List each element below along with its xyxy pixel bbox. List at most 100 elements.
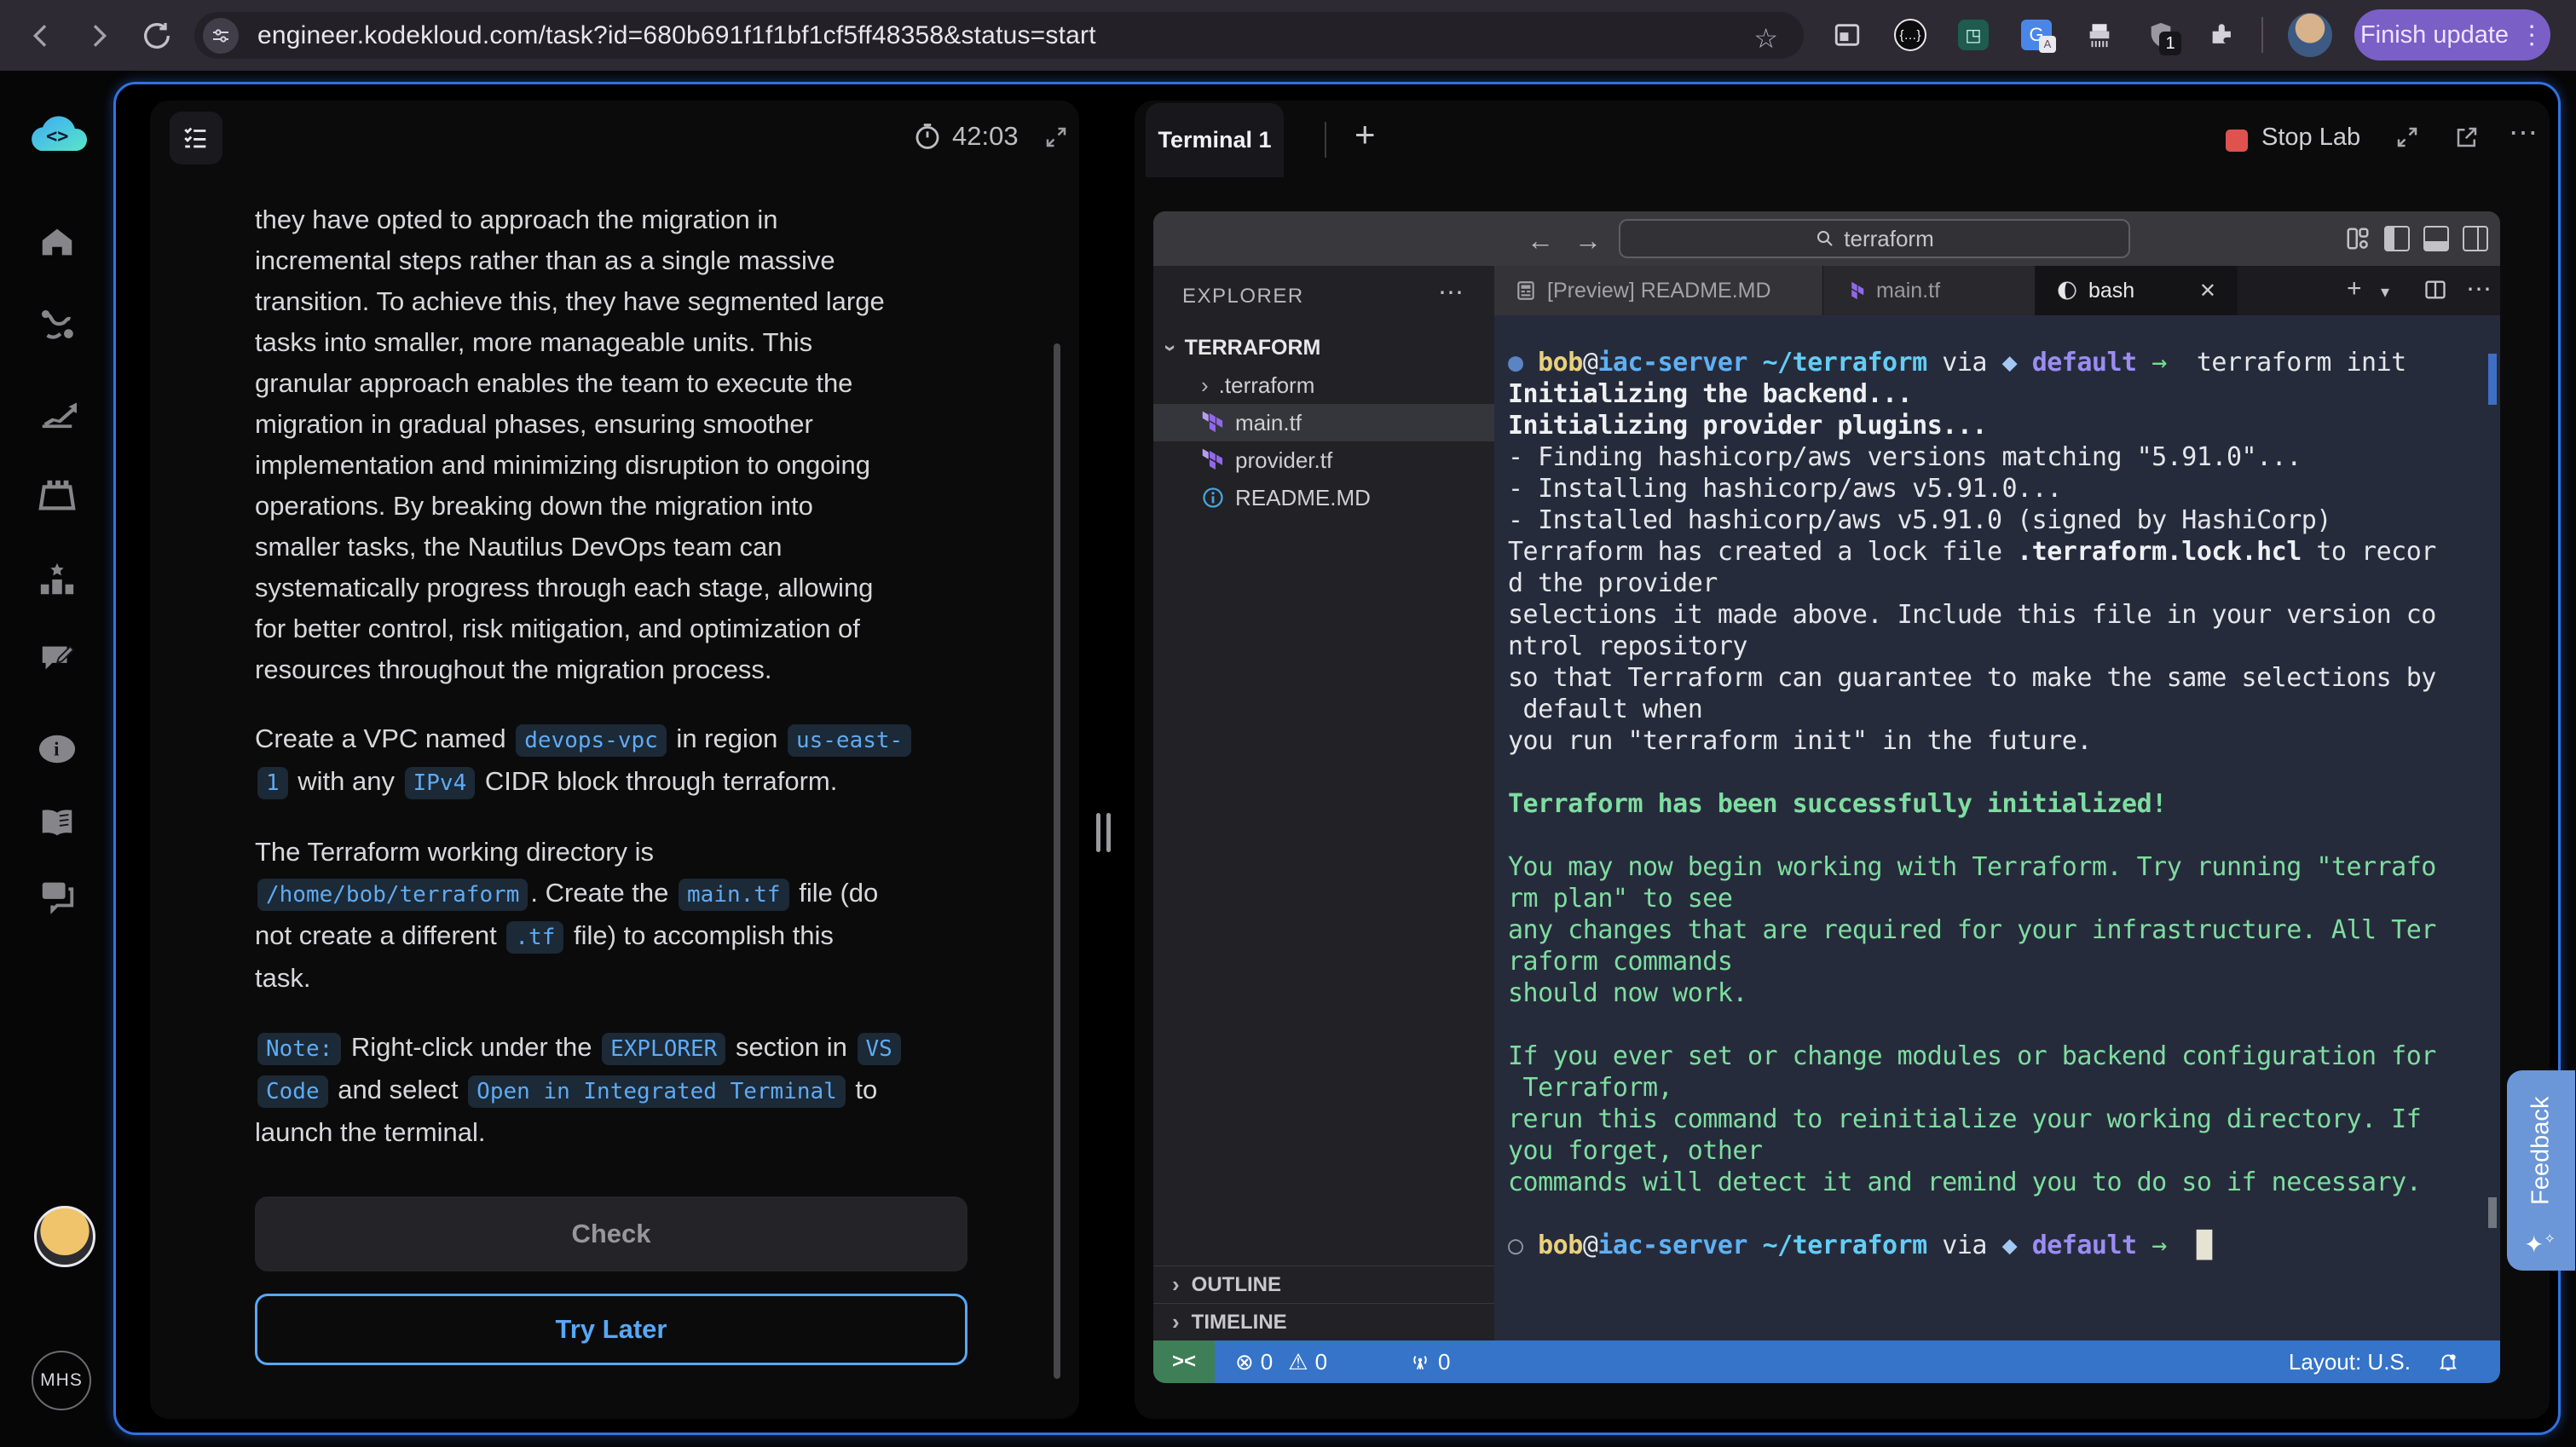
chevron-down-icon: ›: [1158, 344, 1184, 352]
kodekloud-logo[interactable]: <>: [24, 113, 92, 161]
close-tab-icon[interactable]: ✕: [2199, 279, 2216, 303]
editor-scrollbar-thumb[interactable]: [2488, 1197, 2497, 1228]
customize-layout-icon[interactable]: [2345, 226, 2371, 251]
initials-badge[interactable]: MHS: [32, 1351, 91, 1410]
file-name: README.MD: [1235, 485, 1371, 511]
notifications-bell[interactable]: [2437, 1340, 2459, 1383]
vscode-window: ← → terraform EXPLORER: [1153, 211, 2500, 1383]
home-icon[interactable]: [38, 222, 77, 262]
docs-book-icon[interactable]: [38, 804, 77, 844]
info-icon[interactable]: i: [38, 729, 77, 769]
feedback-note-icon[interactable]: [38, 640, 77, 679]
section-label: TIMELINE: [1192, 1311, 1287, 1335]
editor-more-icon[interactable]: ⋯: [2466, 274, 2492, 304]
browser-profile-avatar[interactable]: [2288, 13, 2332, 57]
check-button[interactable]: Check: [255, 1196, 967, 1271]
file-row-main-tf[interactable]: main.tf: [1153, 404, 1494, 441]
chevron-down-icon[interactable]: ▾: [2381, 281, 2389, 303]
file-row-readme[interactable]: README.MD: [1153, 479, 1494, 516]
chevron-right-icon: ›: [1172, 1271, 1180, 1298]
remote-indicator[interactable]: ><: [1153, 1340, 1215, 1383]
info-file-icon: [1201, 486, 1225, 510]
browser-back-icon[interactable]: [24, 19, 58, 53]
vscode-command-search[interactable]: terraform: [1619, 219, 2130, 258]
chat-icon[interactable]: [38, 876, 77, 915]
file-name: main.tf: [1235, 410, 1302, 436]
warning-icon: ⚠: [1288, 1349, 1308, 1375]
sparkles-icon: ✦✧: [2524, 1231, 2556, 1259]
panel-resize-handle[interactable]: [1096, 813, 1118, 852]
terminal-tab-1[interactable]: Terminal 1: [1146, 103, 1284, 177]
browser-reload-icon[interactable]: [140, 19, 174, 53]
layout-label: Layout: U.S.: [2289, 1349, 2411, 1375]
stopwatch-icon: [913, 122, 942, 151]
toolbar-divider: [2261, 17, 2263, 53]
task-expand-icon[interactable]: [1043, 124, 1069, 150]
bookmark-star-icon[interactable]: ☆: [1753, 22, 1778, 55]
url-text: engineer.kodekloud.com/task?id=680b691f1…: [257, 21, 1096, 50]
site-settings-icon[interactable]: [203, 18, 239, 54]
calendar-icon[interactable]: [38, 476, 77, 515]
tab-label: main.tf: [1876, 279, 1940, 303]
new-tab-plus-icon[interactable]: +: [2347, 274, 2362, 303]
file-name: .terraform: [1219, 372, 1315, 399]
vscode-statusbar: >< ⊗ 0 ⚠ 0 0 Layout: U.S.: [1153, 1340, 2500, 1383]
user-avatar[interactable]: [34, 1206, 95, 1267]
leaderboard-icon[interactable]: [38, 560, 77, 599]
vscode-forward-icon[interactable]: →: [1574, 225, 1602, 257]
translate-extension-icon[interactable]: G A: [2017, 15, 2056, 55]
file-row-terraform-dir[interactable]: › .terraform: [1153, 366, 1494, 404]
svg-text:i: i: [54, 739, 60, 760]
print-extension-icon[interactable]: [2080, 15, 2119, 55]
task-list-tab[interactable]: [170, 112, 222, 164]
tab-bash[interactable]: bash ✕: [2036, 266, 2238, 315]
task-panel: 42:03 they have opted to approach the mi…: [150, 101, 1079, 1419]
task-scrollbar[interactable]: [1054, 343, 1060, 1379]
layout-indicator[interactable]: Layout: U.S.: [2289, 1340, 2411, 1383]
side-panel-icon[interactable]: [1828, 15, 1867, 55]
terminal-view[interactable]: ● bob@iac-server ~/terraform via ◆ defau…: [1494, 315, 2500, 1340]
split-editor-icon[interactable]: [2423, 278, 2447, 302]
stop-lab-icon[interactable]: [2226, 130, 2248, 152]
finish-update-button[interactable]: Finish update ⋮: [2354, 9, 2550, 61]
browser-forward-icon[interactable]: [82, 19, 116, 53]
kebab-menu-icon[interactable]: ⋮: [2519, 20, 2544, 50]
panel-more-icon[interactable]: ⋯: [2509, 116, 2538, 150]
learning-path-icon[interactable]: [38, 306, 77, 345]
vscode-back-icon[interactable]: ←: [1527, 225, 1554, 257]
toggle-panel-icon[interactable]: [2423, 226, 2449, 251]
new-terminal-tab-button[interactable]: +: [1354, 114, 1376, 155]
errors-warnings[interactable]: ⊗ 0 ⚠ 0: [1235, 1340, 1327, 1383]
extensions-puzzle-icon[interactable]: [2203, 15, 2242, 55]
braces-extension-icon[interactable]: {…}: [1891, 15, 1930, 55]
tab-readme-preview[interactable]: [Preview] README.MD: [1494, 266, 1823, 315]
feedback-button[interactable]: Feedback ✦✧: [2507, 1070, 2575, 1271]
error-count: 0: [1261, 1349, 1273, 1375]
outline-section[interactable]: › OUTLINE: [1153, 1265, 1494, 1303]
timeline-section[interactable]: › TIMELINE: [1153, 1303, 1494, 1340]
open-external-icon[interactable]: [2454, 124, 2480, 150]
progress-chart-icon[interactable]: [38, 392, 77, 431]
file-row-provider-tf[interactable]: provider.tf: [1153, 441, 1494, 479]
try-later-button[interactable]: Try Later: [255, 1294, 967, 1365]
terraform-icon: [1201, 411, 1225, 435]
timer-value: 42:03: [952, 121, 1019, 152]
panel-expand-icon[interactable]: [2394, 124, 2420, 150]
address-bar[interactable]: engineer.kodekloud.com/task?id=680b691f1…: [194, 12, 1804, 59]
stop-lab-button[interactable]: Stop Lab: [2261, 124, 2360, 152]
finish-update-label: Finish update: [2360, 21, 2509, 49]
green-extension-icon[interactable]: ◳: [1954, 15, 1993, 55]
broadcast-icon: [1409, 1351, 1431, 1373]
tab-main-tf[interactable]: main.tf: [1823, 266, 2036, 315]
search-icon: [1815, 228, 1835, 249]
toggle-sidebar-icon[interactable]: [2384, 226, 2410, 251]
explorer-more-icon[interactable]: ⋯: [1438, 278, 1464, 308]
tab-label: bash: [2088, 279, 2134, 303]
toggle-secondary-sidebar-icon[interactable]: [2463, 226, 2488, 251]
terminal-panel: Terminal 1 + Stop Lab ⋯ ← → terraf: [1135, 101, 2550, 1419]
task-paragraph-1: they have opted to approach the migratio…: [255, 199, 967, 690]
shield-extension-icon[interactable]: 1: [2141, 15, 2180, 55]
terminal-scrollbar-thumb[interactable]: [2488, 354, 2497, 405]
ports-indicator[interactable]: 0: [1409, 1340, 1450, 1383]
explorer-project-row[interactable]: › TERRAFORM: [1153, 329, 1494, 366]
